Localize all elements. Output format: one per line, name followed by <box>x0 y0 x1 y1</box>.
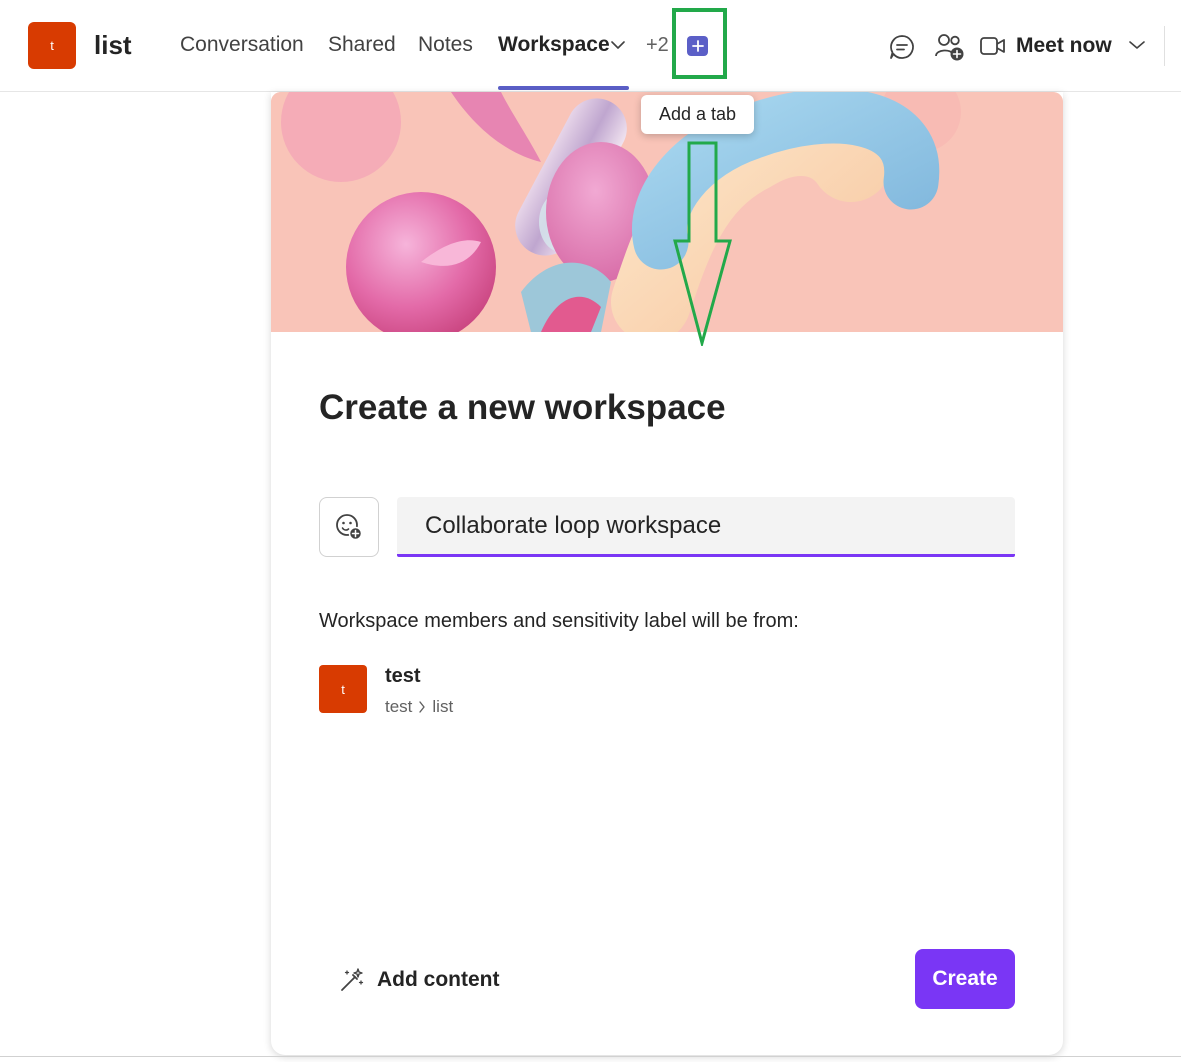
chevron-down-icon[interactable] <box>611 40 625 50</box>
people-add-icon[interactable] <box>934 32 966 62</box>
team-avatar: t <box>319 665 367 713</box>
tab-conversation[interactable]: Conversation <box>180 33 304 57</box>
emoji-add-icon <box>336 514 363 541</box>
chevron-down-icon[interactable] <box>1129 40 1145 50</box>
channel-header: t list Conversation Shared Notes Workspa… <box>0 0 1181 92</box>
tab-workspace[interactable]: Workspace <box>498 33 610 57</box>
tab-notes[interactable]: Notes <box>418 33 473 57</box>
source-path-breadcrumb: test list <box>385 697 453 717</box>
breadcrumb-channel: list <box>432 697 454 716</box>
active-tab-indicator <box>498 86 629 90</box>
more-tabs-button[interactable]: +2 <box>646 34 669 57</box>
emoji-picker-button[interactable] <box>319 497 379 557</box>
channel-title: list <box>94 30 132 60</box>
chat-icon[interactable] <box>888 33 916 61</box>
card-title: Create a new workspace <box>319 388 726 427</box>
channel-avatar[interactable]: t <box>28 22 76 69</box>
video-camera-icon[interactable] <box>979 35 1006 57</box>
create-workspace-card: Create a new workspace Workspace members… <box>271 92 1063 1055</box>
window-bottom-border <box>0 1056 1181 1057</box>
workspace-name-input[interactable] <box>397 497 1015 557</box>
source-team-name: test <box>385 665 421 687</box>
members-note: Workspace members and sensitivity label … <box>319 610 799 632</box>
breadcrumb-team: test <box>385 697 413 716</box>
magic-wand-icon <box>341 968 364 991</box>
annotation-highlight-box <box>672 8 727 79</box>
chevron-right-icon <box>419 701 426 713</box>
create-button[interactable]: Create <box>915 949 1015 1009</box>
add-content-button[interactable]: Add content <box>339 965 499 995</box>
annotation-arrow-icon <box>673 141 732 346</box>
tab-shared[interactable]: Shared <box>328 33 396 57</box>
add-content-label: Add content <box>377 968 500 991</box>
meet-now-button[interactable]: Meet now <box>1016 34 1112 58</box>
header-divider <box>1164 26 1165 66</box>
add-tab-tooltip: Add a tab <box>641 95 754 134</box>
